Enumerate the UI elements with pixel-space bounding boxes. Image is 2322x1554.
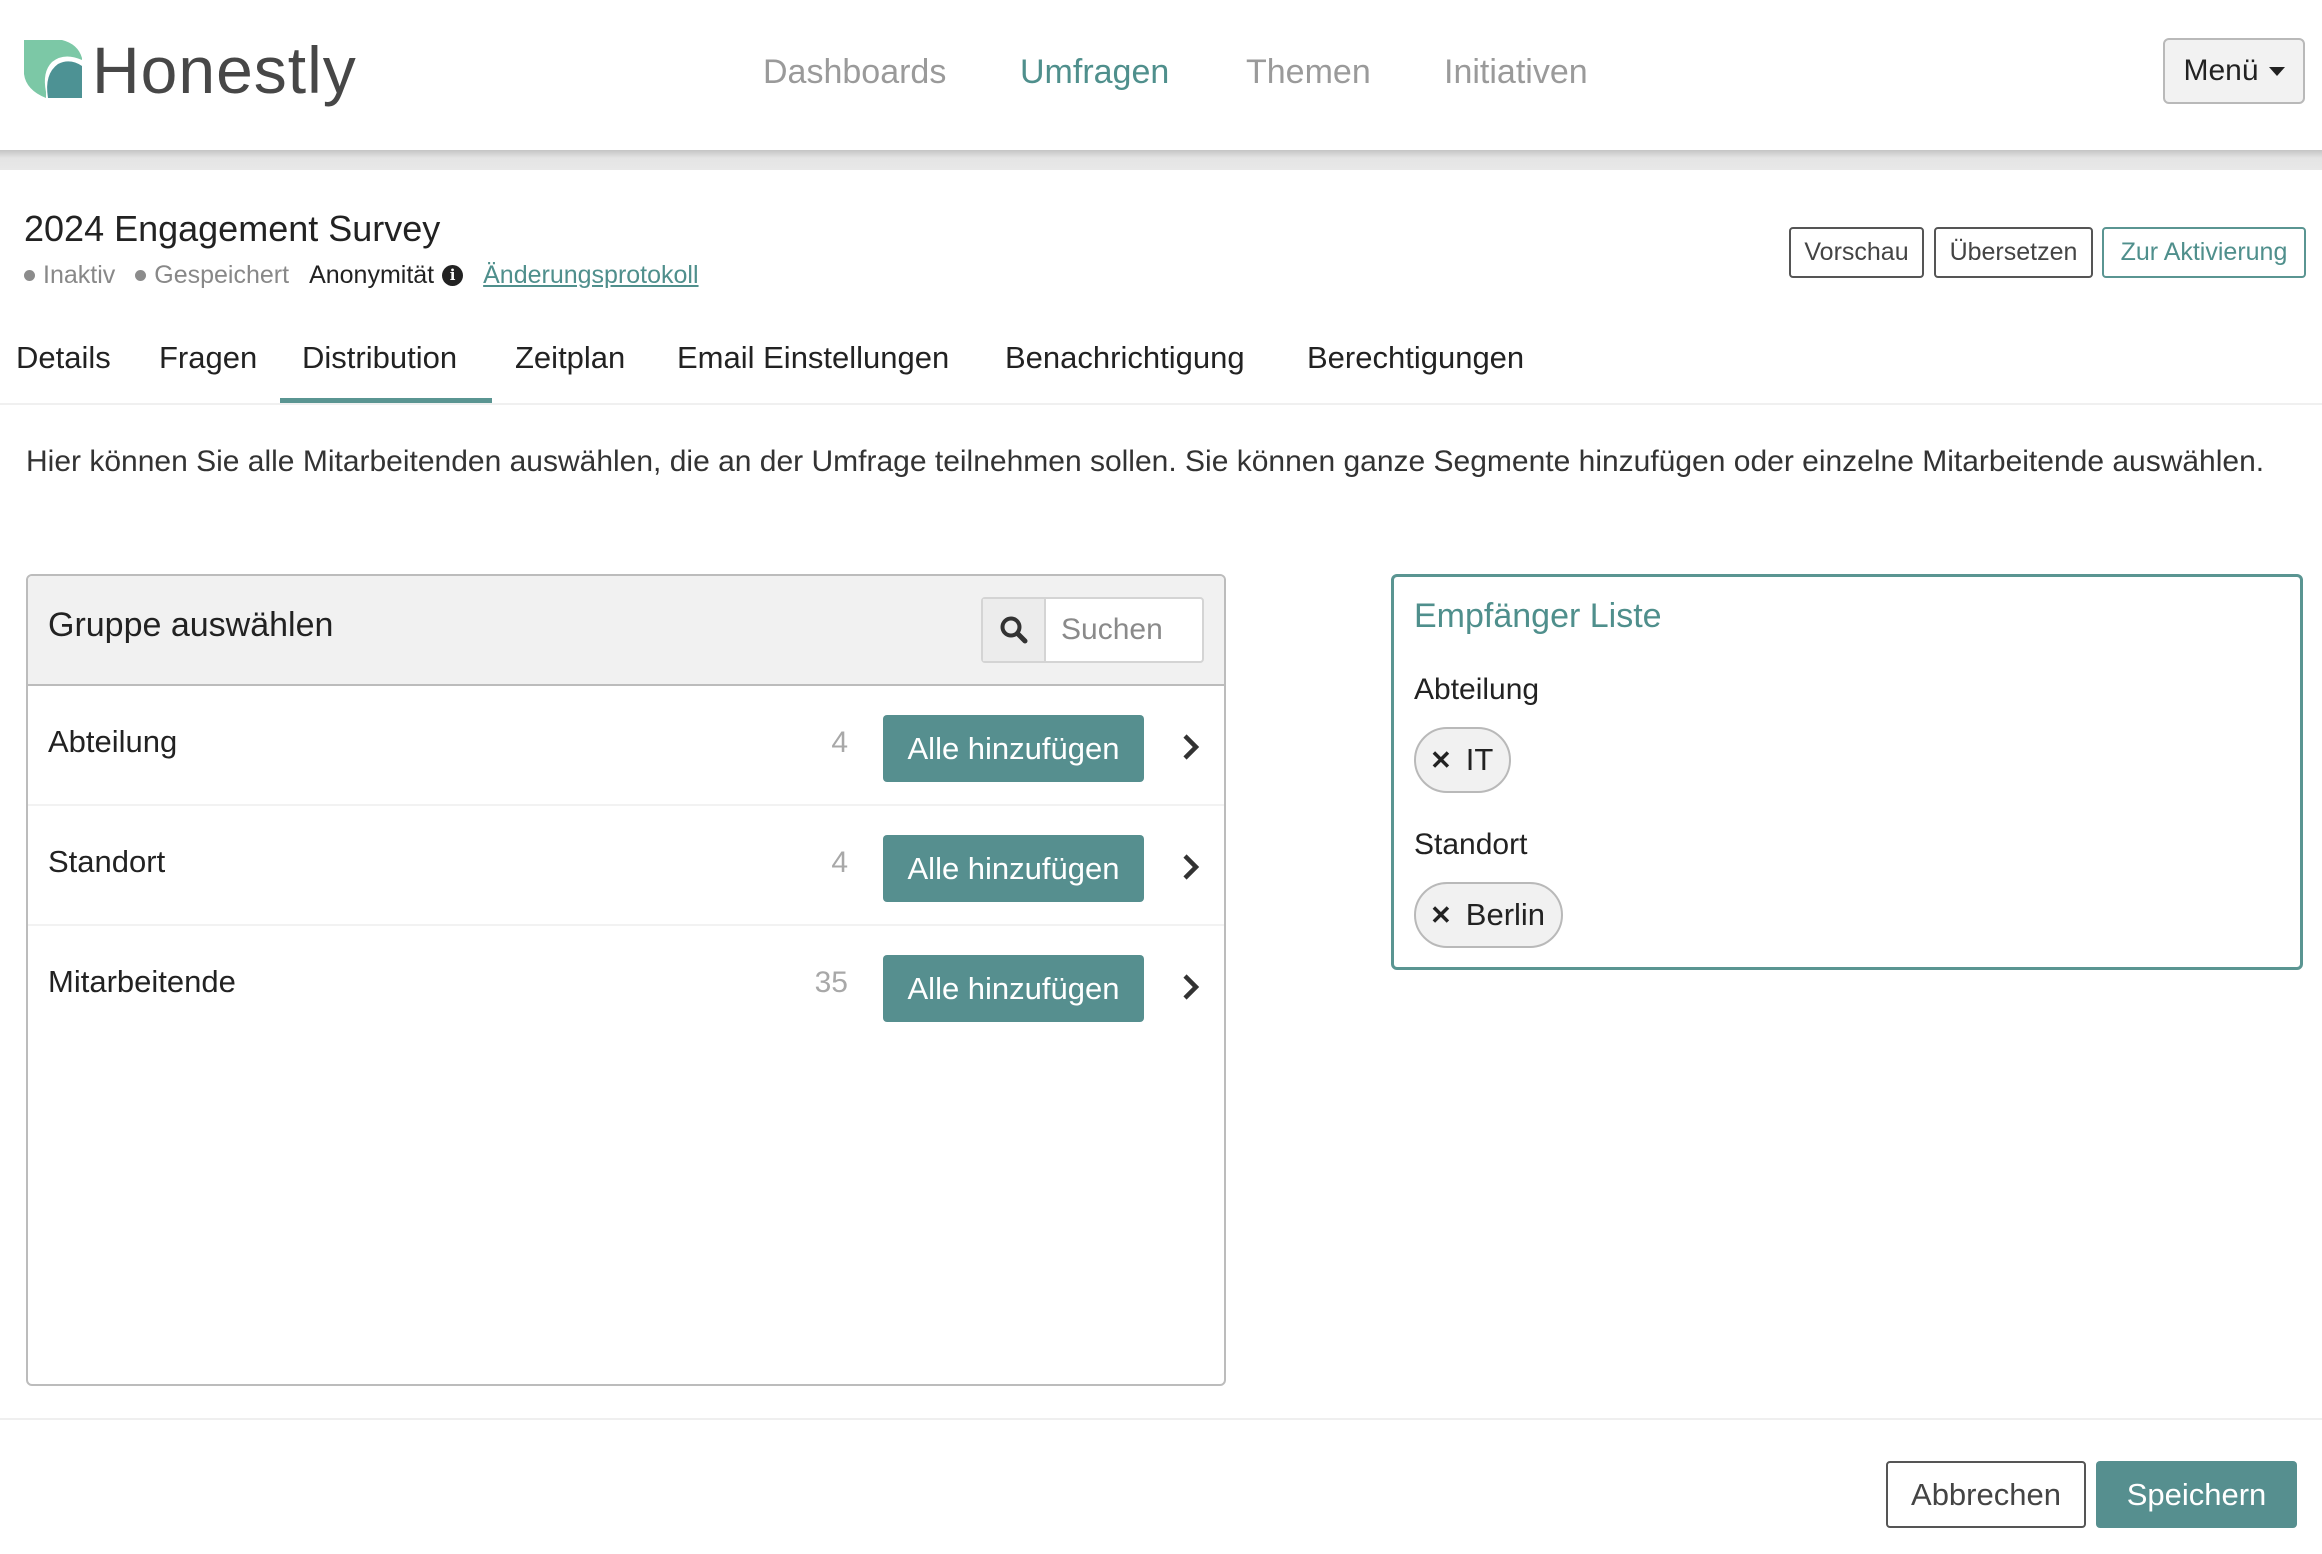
recipient-list-title: Empfänger Liste <box>1414 597 1662 635</box>
tab-fragen[interactable]: Fragen <box>137 330 279 403</box>
distribution-description: Hier können Sie alle Mitarbeitenden ausw… <box>26 445 2265 478</box>
anonymity-label: Anonymität <box>309 260 435 289</box>
nav-themen[interactable]: Themen <box>1246 48 1371 96</box>
search-icon[interactable] <box>983 599 1046 661</box>
status-dot-icon <box>24 269 35 281</box>
group-panel-title: Gruppe auswählen <box>48 606 334 644</box>
group-selection-panel: Gruppe auswählen Abteilung 4 Alle hinzuf… <box>26 574 1226 1386</box>
remove-icon[interactable]: ✕ <box>1430 745 1452 776</box>
menu-dropdown-button[interactable]: Menü <box>2163 38 2305 104</box>
search-input[interactable] <box>1046 599 1196 661</box>
header-shadow-band <box>0 150 2322 170</box>
caret-down-icon <box>2268 66 2285 76</box>
group-panel-header: Gruppe auswählen <box>28 576 1224 686</box>
group-row-count: 4 <box>831 726 848 759</box>
group-search <box>981 597 1204 663</box>
group-row-label: Standort <box>48 844 166 879</box>
survey-meta: Inaktiv Gespeichert Anonymität i Änderun… <box>24 258 699 292</box>
tab-berechtigungen[interactable]: Berechtigungen <box>1285 330 1546 403</box>
save-state-dot-icon <box>135 269 147 281</box>
save-button[interactable]: Speichern <box>2096 1461 2297 1528</box>
translate-button[interactable]: Übersetzen <box>1934 227 2093 278</box>
chip-label: IT <box>1465 742 1494 777</box>
group-row-standort[interactable]: Standort 4 Alle hinzufügen <box>28 806 1224 926</box>
status-badge: Inaktiv <box>24 261 115 290</box>
recipient-chip: ✕ IT <box>1414 727 1512 793</box>
recipient-chip: ✕ Berlin <box>1414 882 1564 948</box>
save-state-text: Gespeichert <box>154 260 290 289</box>
nav-umfragen[interactable]: Umfragen <box>1020 48 1169 96</box>
main-nav: Dashboards Umfragen Themen Initiativen <box>0 48 2322 96</box>
chip-label: Berlin <box>1465 897 1546 932</box>
nav-initiativen[interactable]: Initiativen <box>1444 48 1588 96</box>
changelog-link[interactable]: Änderungsprotokoll <box>483 261 698 290</box>
nav-dashboards[interactable]: Dashboards <box>763 48 946 96</box>
info-icon[interactable]: i <box>442 264 464 286</box>
add-all-button[interactable]: Alle hinzufügen <box>883 955 1144 1022</box>
menu-label: Menü <box>2183 54 2259 87</box>
status-text: Inaktiv <box>43 260 116 289</box>
activate-button[interactable]: Zur Aktivierung <box>2102 227 2306 278</box>
footer-divider <box>0 1418 2322 1420</box>
preview-button[interactable]: Vorschau <box>1789 227 1924 278</box>
tab-details[interactable]: Details <box>0 330 133 403</box>
group-row-count: 35 <box>814 966 848 999</box>
chevron-right-icon[interactable] <box>1180 732 1202 762</box>
chevron-right-icon[interactable] <box>1180 852 1202 882</box>
add-all-button[interactable]: Alle hinzufügen <box>883 715 1144 782</box>
group-row-abteilung[interactable]: Abteilung 4 Alle hinzufügen <box>28 686 1224 806</box>
group-row-mitarbeitende[interactable]: Mitarbeitende 35 Alle hinzufügen <box>28 926 1224 1046</box>
recipient-group-label: Abteilung <box>1414 673 1540 706</box>
group-row-label: Abteilung <box>48 724 178 759</box>
survey-tabs: Details Fragen Distribution Zeitplan Ema… <box>0 330 2322 405</box>
top-navbar: Honestly Dashboards Umfragen Themen Init… <box>0 0 2322 150</box>
cancel-button[interactable]: Abbrechen <box>1886 1461 2086 1528</box>
tab-distribution[interactable]: Distribution <box>280 330 492 403</box>
tab-zeitplan[interactable]: Zeitplan <box>493 330 647 403</box>
survey-title: 2024 Engagement Survey <box>24 208 441 249</box>
recipient-group-label: Standort <box>1414 828 1528 861</box>
chevron-right-icon[interactable] <box>1180 972 1202 1002</box>
recipient-list-panel: Empfänger Liste Abteilung ✕ IT Standort … <box>1391 574 2303 970</box>
magnifier-glyph <box>1000 616 1027 644</box>
anonymity-indicator: Anonymität i <box>309 260 464 290</box>
tab-email-einstellungen[interactable]: Email Einstellungen <box>655 330 971 403</box>
save-state-badge: Gespeichert <box>135 261 289 290</box>
remove-icon[interactable]: ✕ <box>1430 900 1452 931</box>
group-row-label: Mitarbeitende <box>48 964 236 999</box>
add-all-button[interactable]: Alle hinzufügen <box>883 835 1144 902</box>
tab-benachrichtigung[interactable]: Benachrichtigung <box>983 330 1267 403</box>
group-row-count: 4 <box>831 846 848 879</box>
